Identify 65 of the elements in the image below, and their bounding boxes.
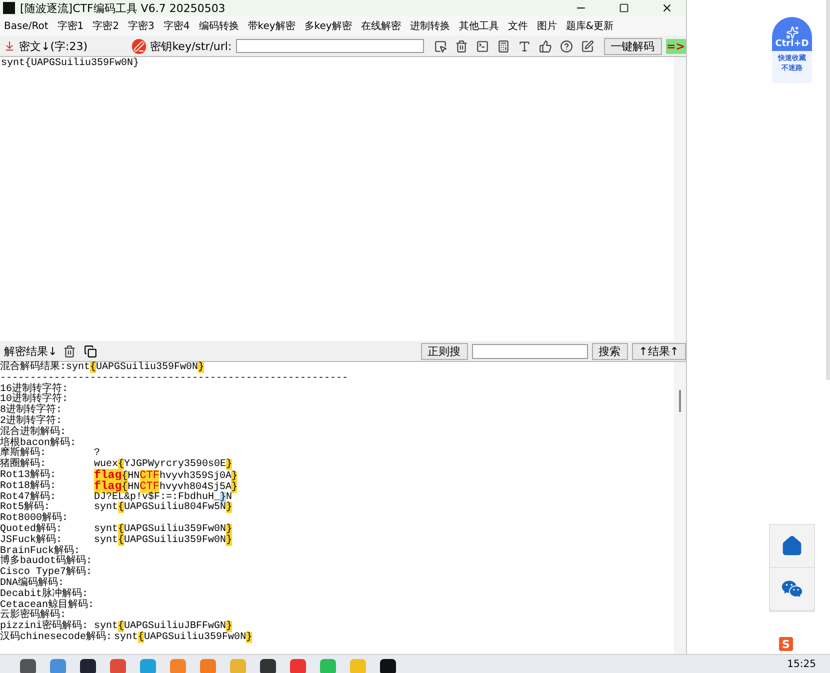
wechat-icon[interactable] bbox=[781, 578, 803, 600]
pen-icon bbox=[132, 38, 146, 54]
decoder-label: 2进制转字符: bbox=[0, 416, 64, 427]
import-icon[interactable] bbox=[4, 40, 16, 52]
menu-item[interactable]: 编码转换 bbox=[198, 19, 239, 33]
clock-time: 15:25 bbox=[787, 658, 816, 670]
decoder-label: Decabit脉冲解码: bbox=[0, 590, 90, 600]
key-label: 密钥key/str/url: bbox=[150, 38, 232, 54]
results-button[interactable]: ↑结果↑ bbox=[632, 342, 686, 360]
menu-item[interactable]: 字密1 bbox=[57, 19, 84, 33]
decoded-value: synt{UAPGSuiliu359Fw0N} bbox=[114, 632, 252, 644]
shortcut-text: Ctrl+D bbox=[775, 39, 809, 51]
menu-item[interactable]: Base/Rot bbox=[4, 20, 48, 32]
app-logo-icon bbox=[3, 2, 15, 14]
menu-item[interactable]: 字密3 bbox=[128, 19, 154, 33]
decoded-value: ? bbox=[94, 449, 100, 460]
menu-item[interactable]: 其他工具 bbox=[458, 19, 499, 33]
taskbar-app-icon[interactable] bbox=[260, 659, 276, 673]
decoded-value: DJ?EL&p!v$F:=:FbdhuH_}N bbox=[94, 492, 232, 503]
decoder-label: Rot8000解码: bbox=[0, 514, 70, 524]
decoded-value: synt{UAPGSuiliu804Fw5N} bbox=[94, 503, 232, 514]
menu-item[interactable]: 进制转换 bbox=[410, 19, 450, 33]
menu-item[interactable]: 字密4 bbox=[163, 19, 190, 33]
menu-item[interactable]: 在线解密 bbox=[360, 19, 401, 33]
menu-item[interactable]: 字密2 bbox=[92, 19, 120, 33]
decoder-label: Quoted解码: bbox=[0, 524, 64, 535]
results-label: 解密结果↓ bbox=[4, 344, 58, 358]
menu-item[interactable]: 图片 bbox=[536, 19, 557, 33]
menu-item[interactable]: 带key解密 bbox=[248, 19, 296, 33]
window-title: [随波逐流]CTF编码工具 V6.7 20250503 bbox=[20, 0, 226, 16]
key-field[interactable] bbox=[236, 39, 424, 53]
taskbar-app-icon[interactable] bbox=[380, 659, 396, 673]
thumbs-up-icon[interactable] bbox=[536, 40, 554, 52]
copy-icon[interactable] bbox=[82, 344, 100, 358]
arrow-label: => bbox=[666, 38, 686, 54]
decoded-value: synt{UAPGSuiliu359Fw0N} bbox=[94, 536, 232, 547]
search-button[interactable]: 搜索 bbox=[592, 342, 628, 360]
decoder-label: 猪圈解码: bbox=[0, 460, 46, 470]
menu-item[interactable]: 题库&更新 bbox=[566, 19, 614, 33]
close-icon[interactable] bbox=[661, 2, 673, 14]
decoder-label: pizzini密码解码: bbox=[0, 622, 88, 632]
stars-icon bbox=[786, 26, 798, 39]
result-text: 混合解码结果:synt{UAPGSuiliu359Fw0N} bbox=[0, 363, 204, 374]
taskbar-app-icon[interactable] bbox=[80, 659, 96, 673]
decoded-value: wuex{YJGPWyrcry3590s0E} bbox=[94, 460, 232, 470]
decoder-label: 汉码chinesecode解码: bbox=[0, 632, 112, 644]
decoded-value: flag{HNCTFhvyvh359Sj0A} bbox=[94, 470, 238, 482]
decoder-label: JSFuck解码: bbox=[0, 536, 62, 546]
decoded-value: synt{UAPGSuiliu359Fw0N} bbox=[94, 524, 232, 535]
search-field[interactable] bbox=[472, 344, 588, 358]
regex-search-button[interactable]: 正则搜 bbox=[420, 342, 468, 360]
home-icon[interactable] bbox=[781, 535, 803, 557]
menu-item[interactable]: 文件 bbox=[508, 19, 528, 33]
maximize-icon[interactable] bbox=[619, 3, 629, 13]
decoded-value: synt{UAPGSuiliuJBFFwGN} bbox=[94, 622, 232, 632]
decoder-label: Rot13解码: bbox=[0, 470, 58, 481]
decode-button[interactable]: 一键解码 bbox=[604, 38, 662, 54]
decoder-label: 混合进制解码: bbox=[0, 428, 66, 438]
decoder-label: Rot18解码: bbox=[0, 482, 58, 492]
help-icon[interactable] bbox=[558, 40, 575, 52]
ciphertext-label: 密文↓(字:23) bbox=[19, 38, 88, 54]
decoded-value: flag{HNCTFhvyvh804Sj5A} bbox=[94, 482, 238, 493]
divider-text: ---------------------------------------------------------- bbox=[0, 374, 348, 384]
decoder-label: DNA编码解码: bbox=[0, 578, 64, 589]
menu-item[interactable]: 多key解密 bbox=[304, 19, 352, 33]
